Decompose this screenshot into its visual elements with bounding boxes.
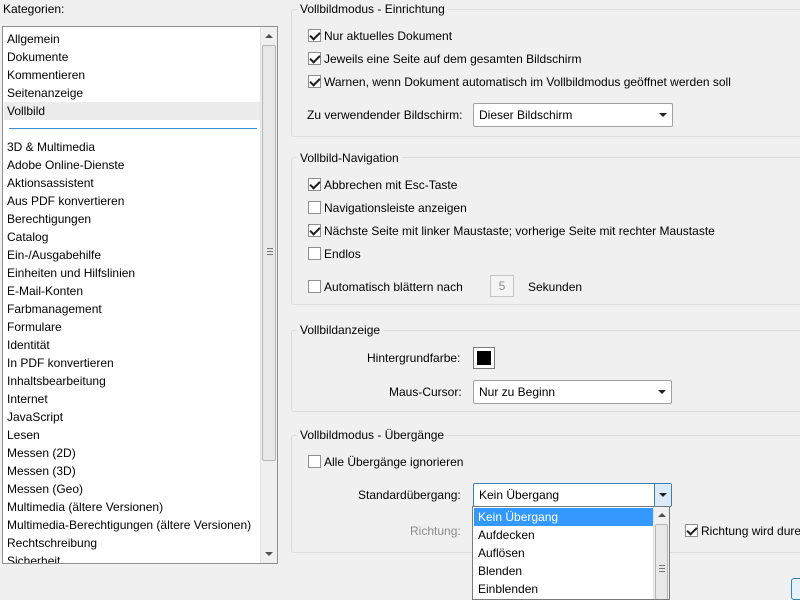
category-item[interactable]: Identität (7, 336, 50, 354)
grip-line (659, 571, 665, 572)
ignore-transitions-label: Alle Übergänge ignorieren (324, 455, 464, 469)
category-scrollbar[interactable] (260, 27, 277, 563)
direction-checkbox-label: Richtung wird dure (701, 524, 800, 538)
category-item[interactable]: Farbmanagement (7, 300, 102, 318)
loop-label: Endlos (324, 247, 361, 261)
category-item[interactable]: Lesen (7, 426, 40, 444)
chevron-down-icon[interactable] (655, 104, 672, 126)
chevron-down-icon[interactable] (654, 381, 671, 403)
navbar-label: Navigationsleiste anzeigen (324, 201, 467, 215)
category-item[interactable]: Aus PDF konvertieren (7, 192, 124, 210)
warn-checkbox[interactable] (308, 75, 321, 88)
direction-label: Richtung: (410, 524, 461, 538)
setup-title: Vollbildmodus - Einrichtung (297, 2, 448, 16)
transition-option[interactable]: Kein Übergang (474, 508, 654, 526)
category-item[interactable]: Inhaltsbearbeitung (7, 372, 106, 390)
navbar-checkbox[interactable] (308, 201, 321, 214)
transition-option[interactable]: Blenden (474, 562, 654, 580)
default-transition-value: Kein Übergang (479, 488, 560, 502)
scroll-up-icon[interactable] (265, 34, 273, 38)
category-item[interactable]: Adobe Online-Dienste (7, 156, 124, 174)
category-item[interactable]: Allgemein (7, 30, 60, 48)
seconds-input[interactable]: 5 (490, 275, 514, 297)
ok-button-edge[interactable] (791, 578, 800, 600)
warn-label: Warnen, wenn Dokument automatisch im Vol… (324, 75, 731, 89)
chevron-down-icon[interactable] (654, 484, 671, 506)
category-item[interactable]: Messen (2D) (7, 444, 76, 462)
transition-option[interactable]: Einblenden (474, 580, 654, 598)
transition-option[interactable]: Auflösen (474, 544, 654, 562)
mouse-cursor-label: Maus-Cursor: (389, 385, 462, 399)
scroll-thumb[interactable] (655, 524, 668, 599)
category-item[interactable]: Berechtigungen (7, 210, 91, 228)
category-separator (9, 128, 257, 129)
mouse-cursor-value: Nur zu Beginn (479, 385, 556, 399)
one-page-label: Jeweils eine Seite auf dem gesamten Bild… (324, 52, 582, 66)
current-doc-checkbox[interactable] (308, 29, 321, 42)
category-item[interactable]: Multimedia-Berechtigungen (ältere Versio… (7, 516, 251, 534)
default-transition-label: Standardübergang: (358, 488, 461, 502)
mouse-nav-checkbox[interactable] (308, 224, 321, 237)
grip-line (659, 565, 665, 566)
category-item[interactable]: Seitenanzeige (7, 84, 83, 102)
auto-advance-checkbox[interactable] (308, 280, 321, 293)
category-item[interactable]: Multimedia (ältere Versionen) (7, 498, 163, 516)
category-item[interactable]: 3D & Multimedia (7, 138, 95, 156)
navigation-title: Vollbild-Navigation (297, 151, 402, 165)
scroll-thumb[interactable] (262, 45, 276, 461)
esc-label: Abbrechen mit Esc-Taste (324, 178, 458, 192)
scroll-up-icon[interactable] (658, 513, 666, 517)
category-item[interactable]: Dokumente (7, 48, 68, 66)
category-item[interactable]: Aktionsassistent (7, 174, 94, 192)
auto-advance-label: Automatisch blättern nach (324, 280, 463, 294)
category-item[interactable]: Catalog (7, 228, 48, 246)
esc-checkbox[interactable] (308, 178, 321, 191)
categories-label: Kategorien: (3, 2, 65, 16)
scroll-down-icon[interactable] (265, 552, 273, 556)
background-color-swatch[interactable] (473, 347, 495, 369)
display-title: Vollbildanzeige (297, 323, 384, 337)
category-item-selected[interactable]: Vollbild (4, 102, 261, 120)
grip-line (267, 248, 273, 249)
transitions-title: Vollbildmodus - Übergänge (297, 428, 448, 442)
screen-dropdown-value: Dieser Bildschirm (479, 108, 573, 122)
category-item[interactable]: Ein-/Ausgabehilfe (7, 246, 101, 264)
default-transition-dropdown[interactable]: Kein Übergang (473, 483, 672, 507)
category-item[interactable]: Einheiten und Hilfslinien (7, 264, 135, 282)
category-item[interactable]: Rechtschreibung (7, 534, 97, 552)
direction-checkbox[interactable] (685, 524, 698, 537)
one-page-checkbox[interactable] (308, 52, 321, 65)
mouse-cursor-dropdown[interactable]: Nur zu Beginn (473, 380, 672, 404)
mouse-nav-label: Nächste Seite mit linker Maustaste; vorh… (324, 224, 715, 238)
category-item[interactable]: Kommentieren (7, 66, 85, 84)
transition-option[interactable]: Aufdecken (474, 526, 654, 544)
category-item[interactable]: Sicherheit (7, 552, 60, 563)
loop-checkbox[interactable] (308, 247, 321, 260)
grip-line (267, 251, 273, 252)
options-scrollbar[interactable] (653, 507, 669, 599)
category-item[interactable]: In PDF konvertieren (7, 354, 114, 372)
grip-line (267, 254, 273, 255)
grip-line (659, 568, 665, 569)
category-item[interactable]: Formulare (7, 318, 62, 336)
category-item[interactable]: JavaScript (7, 408, 63, 426)
category-item[interactable]: E-Mail-Konten (7, 282, 83, 300)
category-item[interactable]: Messen (Geo) (7, 480, 83, 498)
category-item[interactable]: Messen (3D) (7, 462, 76, 480)
category-item[interactable]: Internet (7, 390, 48, 408)
screen-label: Zu verwendender Bildschirm: (307, 108, 463, 122)
current-doc-label: Nur aktuelles Dokument (324, 29, 453, 43)
category-list[interactable]: Allgemein Dokumente Kommentieren Seitena… (2, 26, 278, 564)
background-color-label: Hintergrundfarbe: (367, 351, 461, 365)
transition-options-list[interactable]: Kein Übergang Aufdecken Auflösen Blenden… (472, 506, 670, 600)
ignore-transitions-checkbox[interactable] (308, 455, 321, 468)
screen-dropdown[interactable]: Dieser Bildschirm (473, 103, 673, 127)
seconds-unit: Sekunden (528, 280, 583, 294)
